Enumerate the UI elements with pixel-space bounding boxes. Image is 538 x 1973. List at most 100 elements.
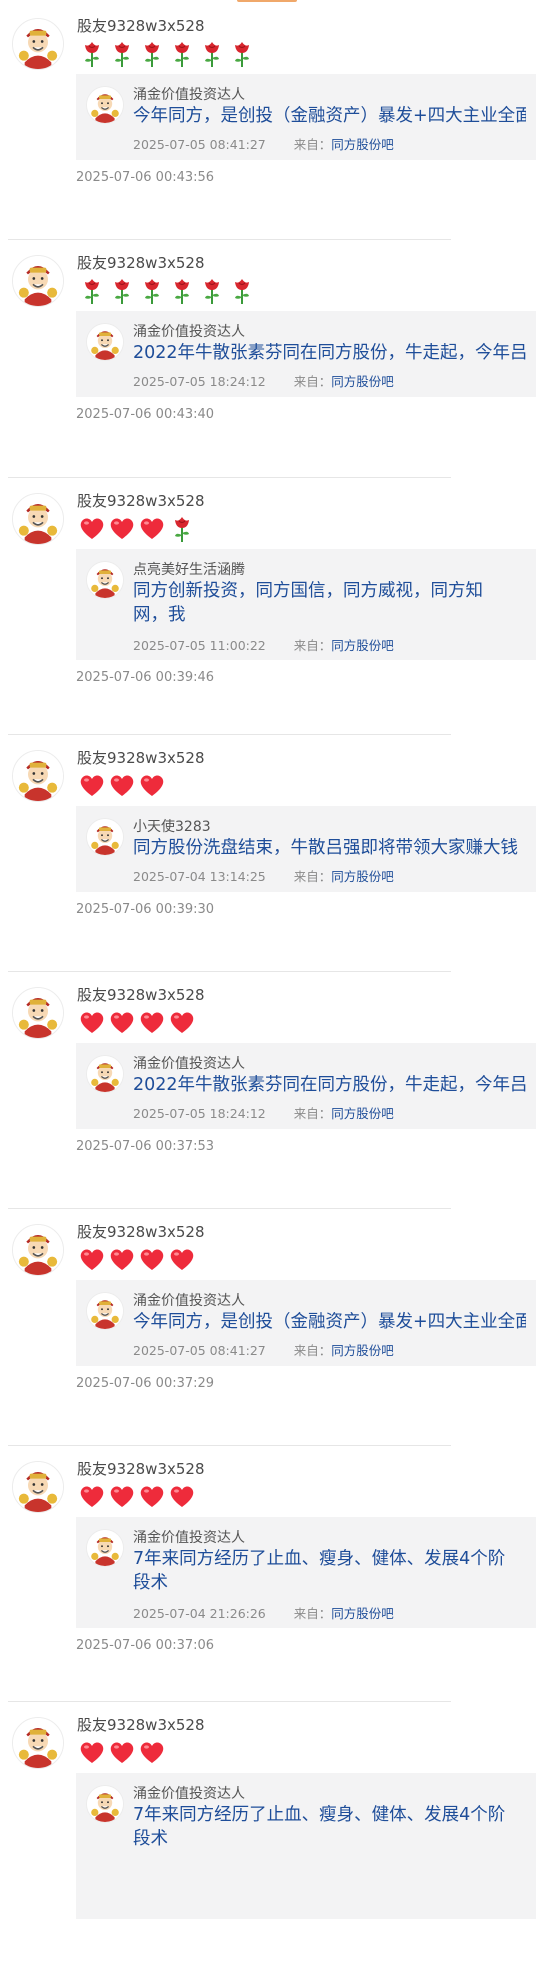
- heart-icon: [77, 770, 107, 800]
- reply-item[interactable]: 股友9328w3x528 涌金价值投资达人 2022年牛散张素芬同在同方股份，牛…: [0, 983, 536, 1183]
- heart-icon: [107, 1007, 137, 1037]
- quote-title[interactable]: 7年来同方经历了止血、瘦身、健体、发展4个阶段术: [133, 1547, 513, 1595]
- avatar[interactable]: [12, 18, 64, 70]
- quote-title[interactable]: 今年同方，是创投（金融资产）暴发+四大主业全面: [133, 104, 526, 128]
- quote-time: 2025-07-05 08:41:27: [133, 1343, 266, 1358]
- avatar[interactable]: [12, 493, 64, 545]
- quoted-post[interactable]: 涌金价值投资达人 2022年牛散张素芬同在同方股份，牛走起，今年吕 2025-0…: [76, 311, 536, 397]
- quote-title[interactable]: 同方股份洗盘结束，牛散吕强即将带领大家赚大钱: [133, 836, 526, 860]
- quote-title[interactable]: 2022年牛散张素芬同在同方股份，牛走起，今年吕: [133, 1073, 526, 1097]
- heart-icon: [167, 1244, 197, 1274]
- username[interactable]: 股友9328w3x528: [77, 984, 205, 1005]
- quote-avatar: [86, 1292, 124, 1330]
- quote-avatar: [86, 818, 124, 856]
- quote-author[interactable]: 涌金价值投资达人: [133, 321, 245, 341]
- quoted-post[interactable]: 涌金价值投资达人 7年来同方经历了止血、瘦身、健体、发展4个阶段术 2025-0…: [76, 1517, 536, 1628]
- quote-author[interactable]: 涌金价值投资达人: [133, 84, 245, 104]
- quoted-post[interactable]: 涌金价值投资达人 今年同方，是创投（金融资产）暴发+四大主业全面 2025-07…: [76, 74, 536, 160]
- avatar[interactable]: [12, 1461, 64, 1513]
- rose-icon: [227, 275, 257, 305]
- source-link[interactable]: 同方股份吧: [331, 1106, 394, 1121]
- quote-author[interactable]: 涌金价值投资达人: [133, 1290, 245, 1310]
- quote-meta: 2025-07-05 08:41:27 来自：同方股份吧: [133, 1340, 394, 1359]
- quote-meta: 2025-07-04 13:14:25 来自：同方股份吧: [133, 866, 394, 885]
- source-link[interactable]: 同方股份吧: [331, 1606, 394, 1621]
- reply-item[interactable]: 股友9328w3x528 涌金价值投资达人 7年来同方经历了止血、瘦身、健体、发…: [0, 1713, 536, 1973]
- source-link[interactable]: 同方股份吧: [331, 374, 394, 389]
- reply-item[interactable]: 股友9328w3x528 小天使3283 同方股份洗盘结束，牛散吕强即将带领大家…: [0, 746, 536, 946]
- reply-emoji-row: [77, 38, 257, 70]
- heart-icon: [167, 1007, 197, 1037]
- username[interactable]: 股友9328w3x528: [77, 490, 205, 511]
- item-divider: [8, 1445, 451, 1446]
- avatar[interactable]: [12, 255, 64, 307]
- reply-item[interactable]: 股友9328w3x528 点亮美好生活涵腾 同方创新投资，同方国信，同方威视，同…: [0, 489, 536, 714]
- source-label: 来自：: [293, 1106, 332, 1121]
- reply-emoji-row: [77, 770, 167, 802]
- source-link[interactable]: 同方股份吧: [331, 137, 394, 152]
- quote-time: 2025-07-05 18:24:12: [133, 374, 266, 389]
- avatar[interactable]: [12, 1717, 64, 1769]
- avatar[interactable]: [12, 1224, 64, 1276]
- source-link[interactable]: 同方股份吧: [331, 1343, 394, 1358]
- rose-icon: [77, 38, 107, 68]
- quote-author[interactable]: 涌金价值投资达人: [133, 1053, 245, 1073]
- quoted-post[interactable]: 点亮美好生活涵腾 同方创新投资，同方国信，同方威视，同方知网，我 2025-07…: [76, 549, 536, 660]
- rose-icon: [197, 38, 227, 68]
- heart-icon: [137, 1007, 167, 1037]
- reply-emoji-row: [77, 1007, 197, 1039]
- quote-author[interactable]: 涌金价值投资达人: [133, 1783, 245, 1803]
- username[interactable]: 股友9328w3x528: [77, 747, 205, 768]
- reply-item[interactable]: 股友9328w3x528 涌金价值投资达人 今年同方，是创投（金融资产）暴发+四…: [0, 14, 536, 214]
- heart-icon: [137, 1481, 167, 1511]
- quote-title[interactable]: 同方创新投资，同方国信，同方威视，同方知网，我: [133, 579, 513, 627]
- reply-emoji-row: [77, 1244, 197, 1276]
- rose-icon: [197, 275, 227, 305]
- quote-title[interactable]: 今年同方，是创投（金融资产）暴发+四大主业全面: [133, 1310, 526, 1334]
- source-label: 来自：: [293, 869, 332, 884]
- quote-author[interactable]: 点亮美好生活涵腾: [133, 559, 245, 579]
- rose-icon: [137, 275, 167, 305]
- source-link[interactable]: 同方股份吧: [331, 638, 394, 653]
- quoted-post[interactable]: 涌金价值投资达人 7年来同方经历了止血、瘦身、健体、发展4个阶段术: [76, 1773, 536, 1919]
- username[interactable]: 股友9328w3x528: [77, 1221, 205, 1242]
- quote-title[interactable]: 7年来同方经历了止血、瘦身、健体、发展4个阶段术: [133, 1803, 513, 1851]
- quoted-post[interactable]: 涌金价值投资达人 2022年牛散张素芬同在同方股份，牛走起，今年吕 2025-0…: [76, 1043, 536, 1129]
- heart-icon: [107, 1244, 137, 1274]
- heart-icon: [137, 1244, 167, 1274]
- source-label: 来自：: [293, 1606, 332, 1621]
- rose-icon: [167, 38, 197, 68]
- reply-emoji-row: [77, 513, 197, 545]
- heart-icon: [137, 770, 167, 800]
- source-link[interactable]: 同方股份吧: [331, 869, 394, 884]
- username[interactable]: 股友9328w3x528: [77, 252, 205, 273]
- username[interactable]: 股友9328w3x528: [77, 1458, 205, 1479]
- source-label: 来自：: [293, 1343, 332, 1358]
- quote-meta: 2025-07-04 21:26:26 来自：同方股份吧: [133, 1603, 394, 1622]
- quote-meta: 2025-07-05 18:24:12 来自：同方股份吧: [133, 371, 394, 390]
- item-divider: [8, 971, 451, 972]
- rose-icon: [77, 275, 107, 305]
- reply-emoji-row: [77, 1737, 167, 1769]
- avatar[interactable]: [12, 987, 64, 1039]
- quote-author[interactable]: 小天使3283: [133, 816, 211, 836]
- reply-timestamp: 2025-07-06 00:39:30: [76, 902, 215, 917]
- avatar[interactable]: [12, 750, 64, 802]
- reply-item[interactable]: 股友9328w3x528 涌金价值投资达人 今年同方，是创投（金融资产）暴发+四…: [0, 1220, 536, 1420]
- reply-timestamp: 2025-07-06 00:39:46: [76, 670, 215, 685]
- item-divider: [8, 1701, 451, 1702]
- quote-time: 2025-07-04 13:14:25: [133, 869, 266, 884]
- username[interactable]: 股友9328w3x528: [77, 1714, 205, 1735]
- quoted-post[interactable]: 小天使3283 同方股份洗盘结束，牛散吕强即将带领大家赚大钱 2025-07-0…: [76, 806, 536, 892]
- quote-author[interactable]: 涌金价值投资达人: [133, 1527, 245, 1547]
- source-label: 来自：: [293, 374, 332, 389]
- top-scroll-indicator: [237, 0, 297, 2]
- reply-item[interactable]: 股友9328w3x528 涌金价值投资达人 2022年牛散张素芬同在同方股份，牛…: [0, 251, 536, 451]
- username[interactable]: 股友9328w3x528: [77, 15, 205, 36]
- reply-item[interactable]: 股友9328w3x528 涌金价值投资达人 7年来同方经历了止血、瘦身、健体、发…: [0, 1457, 536, 1682]
- quote-title[interactable]: 2022年牛散张素芬同在同方股份，牛走起，今年吕: [133, 341, 526, 365]
- item-divider: [8, 239, 451, 240]
- quoted-post[interactable]: 涌金价值投资达人 今年同方，是创投（金融资产）暴发+四大主业全面 2025-07…: [76, 1280, 536, 1366]
- source-label: 来自：: [293, 137, 332, 152]
- heart-icon: [107, 1481, 137, 1511]
